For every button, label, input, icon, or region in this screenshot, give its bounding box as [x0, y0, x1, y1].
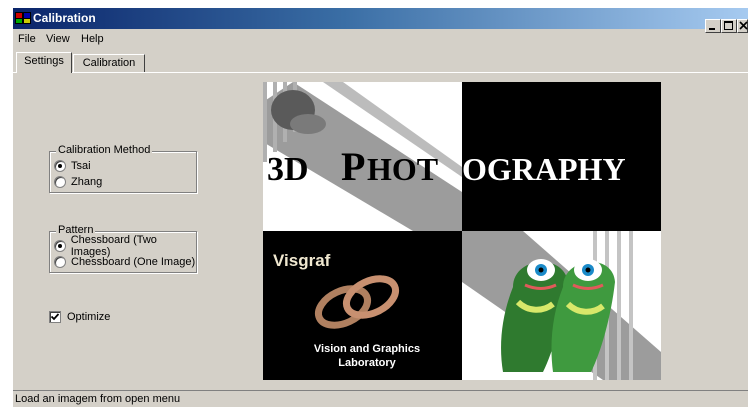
radio-chessboard-two[interactable]: Chessboard (Two Images) — [54, 234, 196, 258]
checkmark-icon — [50, 313, 60, 321]
radio-indicator[interactable] — [54, 176, 66, 188]
optimize-checkbox[interactable]: Optimize — [49, 311, 110, 323]
status-bar: Load an imagem from open menu — [13, 390, 748, 407]
maximize-button[interactable] — [721, 19, 737, 33]
heading-3d: 3D — [267, 151, 309, 188]
radio-tsai-label: Tsai — [71, 160, 91, 172]
radio-zhang-label: Zhang — [71, 176, 103, 188]
pattern-group: Pattern Chessboard (Two Images) Chessboa… — [49, 224, 197, 273]
radio-indicator[interactable] — [54, 256, 66, 268]
calibration-method-legend: Calibration Method — [56, 144, 153, 156]
window-title: Calibration — [33, 11, 96, 25]
radio-indicator[interactable] — [54, 240, 66, 252]
app-icon — [15, 12, 31, 24]
maximize-icon — [724, 21, 733, 30]
settings-panel: Calibration Method Tsai Zhang Pattern Ch… — [13, 72, 748, 390]
menu-help[interactable]: Help — [81, 33, 104, 45]
tab-settings-label: Settings — [24, 55, 64, 67]
lab-name: Visgraf — [273, 251, 331, 270]
radio-tsai[interactable]: Tsai — [54, 159, 91, 173]
tab-calibration-label: Calibration — [82, 57, 136, 69]
minimize-icon — [709, 28, 715, 30]
lab-line-2: Laboratory — [338, 357, 396, 369]
close-button[interactable] — [737, 19, 748, 33]
optimize-label: Optimize — [67, 311, 111, 323]
tab-calibration[interactable]: Calibration — [73, 54, 145, 73]
title-bar[interactable]: Calibration — [13, 8, 748, 29]
tab-strip: Settings Calibration — [13, 52, 748, 73]
heading-ography: OGRAPHY — [462, 151, 626, 187]
radio-chessboard-one[interactable]: Chessboard (One Image) — [54, 255, 195, 269]
app-window: Calibration File View Help Settings Cali… — [13, 8, 748, 407]
close-icon — [739, 21, 748, 30]
menu-view[interactable]: View — [46, 33, 70, 45]
minimize-button[interactable] — [705, 19, 721, 33]
radio-zhang[interactable]: Zhang — [54, 175, 102, 189]
heading-hot: HOT — [367, 151, 438, 187]
tab-settings[interactable]: Settings — [16, 52, 72, 73]
image-canvas: 3D P HOT OGRAPHY Visgraf Vision and Grap… — [263, 82, 661, 380]
radio-indicator[interactable] — [54, 160, 66, 172]
checkbox-indicator[interactable] — [49, 311, 61, 323]
status-text: Load an imagem from open menu — [15, 393, 181, 405]
lab-line-1: Vision and Graphics — [314, 343, 420, 355]
heading-p: P — [341, 144, 365, 189]
menu-file[interactable]: File — [18, 33, 36, 45]
radio-chessboard-one-label: Chessboard (One Image) — [71, 256, 196, 268]
photography-image: 3D P HOT OGRAPHY Visgraf Vision and Grap… — [263, 82, 661, 380]
calibration-method-group: Calibration Method Tsai Zhang — [49, 144, 197, 193]
